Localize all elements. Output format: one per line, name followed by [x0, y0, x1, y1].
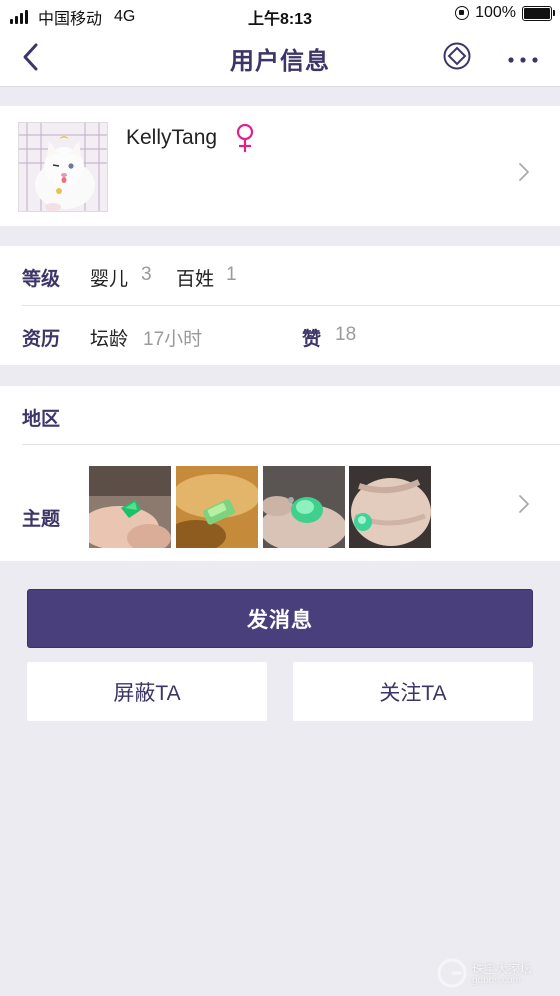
status-right: 100% [455, 4, 555, 22]
chevron-right-icon [519, 495, 529, 513]
jade-thumbnail-4 [349, 466, 431, 548]
topic-thumbnail-1[interactable] [89, 466, 171, 548]
watermark-url: gdbbs.com [472, 975, 521, 986]
level-name-2: 百姓 [176, 269, 215, 290]
more-dots-icon [508, 57, 538, 63]
jade-thumbnail-3 [263, 466, 345, 548]
female-icon [236, 123, 254, 152]
topic-thumbnail-4[interactable] [349, 466, 431, 548]
topics-label: 主题 [22, 509, 61, 530]
chevron-right-icon [519, 163, 529, 181]
status-bar: 中国移动 4G 上午8:13 100% [0, 0, 560, 28]
block-button[interactable]: 屏蔽TA [27, 662, 267, 721]
username: KellyTang [126, 126, 218, 149]
likes-value: 18 [335, 324, 357, 345]
history-row: 资历 坛龄 17小时 赞 18 [0, 306, 560, 365]
level-value-1: 3 [141, 264, 152, 285]
avatar[interactable] [18, 122, 108, 212]
battery-icon [522, 5, 555, 21]
history-label: 资历 [22, 329, 61, 350]
level-label: 等级 [22, 269, 61, 290]
jade-thumbnail-1 [89, 466, 171, 548]
topic-thumbnail-3[interactable] [263, 466, 345, 548]
forum-age-label: 坛龄 [90, 329, 129, 350]
divider [22, 444, 560, 445]
region-label: 地区 [22, 409, 61, 430]
level-row: 等级 婴儿 3 百姓 1 [0, 246, 560, 305]
topic-thumbnail-2[interactable] [176, 466, 258, 548]
watermark-logo-icon [437, 958, 467, 988]
more-button[interactable] [506, 52, 540, 63]
likes-label: 赞 [302, 329, 322, 350]
rotation-lock-icon [455, 6, 470, 20]
page-title: 用户信息 [230, 48, 330, 75]
watermark: 珠宝大家坛 gdbbs.com [436, 957, 556, 991]
diamond-coin-icon [443, 42, 471, 70]
coin-button[interactable] [443, 42, 471, 70]
send-message-button[interactable]: 发消息 [27, 589, 533, 648]
region-row: 地区 [0, 386, 560, 445]
level-value-2: 1 [226, 264, 237, 285]
forum-age-value: 17小时 [143, 329, 203, 350]
jade-thumbnail-2 [176, 466, 258, 548]
level-name-1: 婴儿 [90, 269, 129, 290]
follow-button[interactable]: 关注TA [293, 662, 533, 721]
stats-card: 等级 婴儿 3 百姓 1 资历 坛龄 17小时 赞 18 [0, 246, 560, 365]
profile-card[interactable]: KellyTang [0, 106, 560, 226]
battery-percent: 100% [475, 4, 516, 21]
nav-bar: 用户信息 [0, 28, 560, 87]
cat-avatar-image [19, 123, 107, 211]
